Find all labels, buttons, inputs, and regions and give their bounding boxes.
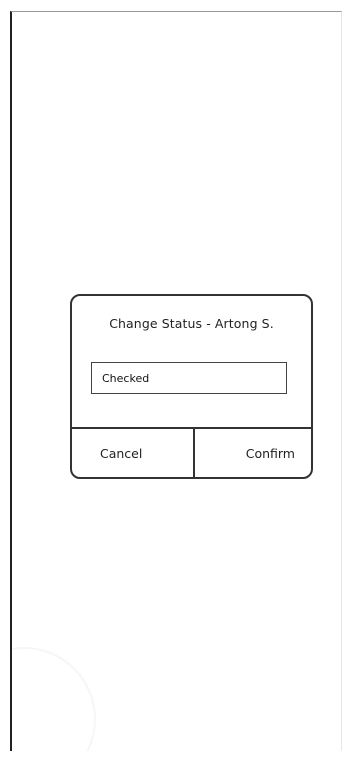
cancel-button[interactable]: Cancel (72, 429, 193, 477)
confirm-button[interactable]: Confirm (195, 429, 311, 477)
status-field[interactable]: Checked (91, 362, 287, 394)
background-watermark (12, 647, 96, 751)
phone-screen: Change Status - Artong S. Checked Cancel… (10, 11, 342, 751)
dialog-title: Change Status - Artong S. (109, 316, 274, 331)
status-value: Checked (102, 371, 150, 385)
change-status-dialog: Change Status - Artong S. Checked Cancel… (70, 294, 313, 479)
